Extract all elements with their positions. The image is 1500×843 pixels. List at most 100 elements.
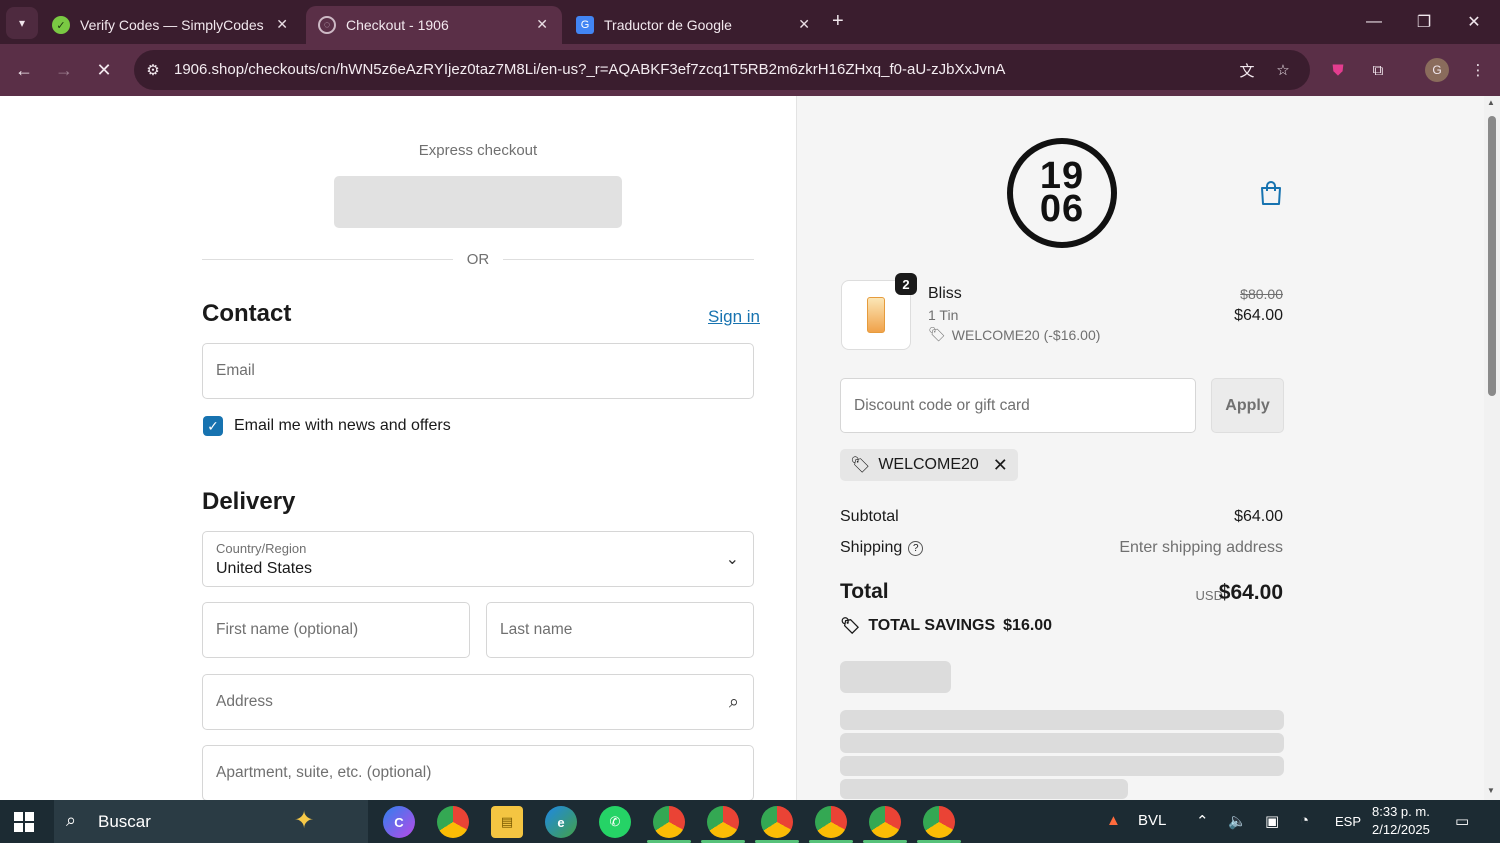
weather-text[interactable]: BVL xyxy=(1138,812,1166,829)
express-checkout-placeholder xyxy=(334,176,622,228)
taskbar-search-box[interactable]: ⌕ Buscar ✦ xyxy=(54,800,368,843)
first-name-field[interactable]: First name (optional) xyxy=(202,602,470,658)
page-scrollbar[interactable]: ▲ ▼ xyxy=(1484,96,1500,800)
applied-code-chip: 🏷 WELCOME20 ✕ xyxy=(840,449,1018,481)
newsletter-checkbox[interactable]: ✓ xyxy=(203,416,223,436)
email-field[interactable]: Email xyxy=(202,343,754,399)
copilot-icon[interactable]: C xyxy=(383,806,415,838)
divider-line xyxy=(503,259,754,260)
original-price: $80.00 xyxy=(1240,286,1283,302)
chrome-icon[interactable] xyxy=(437,806,469,838)
chrome-profile-icon[interactable] xyxy=(815,806,847,838)
discounted-price: $64.00 xyxy=(1234,307,1283,324)
stop-loading-icon[interactable]: ✕ xyxy=(90,56,118,84)
sparkle-icon: ✦ xyxy=(294,807,315,834)
total-savings: 🏷 TOTAL SAVINGS $16.00 xyxy=(840,616,1052,636)
chrome-profile-active-icon[interactable] xyxy=(761,806,793,838)
search-icon: ⌕ xyxy=(66,810,77,830)
tag-icon: 🏷 xyxy=(928,326,946,342)
file-explorer-icon[interactable]: ▤ xyxy=(491,806,523,838)
country-region-select[interactable]: Country/Region United States ⌄ xyxy=(202,531,754,587)
shield-extension-icon[interactable]: ⛊ xyxy=(1326,58,1350,82)
address-bar[interactable]: ⚙ 1906.shop/checkouts/cn/hWN5z6eAzRYIjez… xyxy=(134,50,1310,90)
product-variant: 1 Tin xyxy=(928,307,959,323)
address-placeholder: Address xyxy=(216,693,273,710)
notifications-icon[interactable]: ▭ xyxy=(1455,812,1469,830)
taskbar-search-text: Buscar xyxy=(98,812,151,831)
close-window-icon[interactable]: ✕ xyxy=(1454,8,1494,36)
edge-icon[interactable]: e xyxy=(545,806,577,838)
back-arrow-icon[interactable]: ← xyxy=(10,56,38,84)
delivery-heading: Delivery xyxy=(202,488,296,515)
chrome-profile-icon[interactable] xyxy=(653,806,685,838)
browser-tab-bar: ▾ ✓ Verify Codes — SimplyCodes ✕ ◌ Check… xyxy=(0,0,1500,44)
apply-button[interactable]: Apply xyxy=(1211,378,1284,433)
forward-arrow-icon[interactable]: → xyxy=(50,56,78,84)
tab-checkout[interactable]: ◌ Checkout - 1906 ✕ xyxy=(306,6,562,44)
weather-icon[interactable]: ▲ xyxy=(1106,812,1121,829)
windows-taskbar: ⌕ Buscar ✦ C ▤ e ✆ ▲ BVL ⌃ 🔈 ▣ ◔ ESP 8:3… xyxy=(0,800,1500,843)
profile-avatar[interactable]: G xyxy=(1425,58,1449,82)
product-discount-text: WELCOME20 (-$16.00) xyxy=(951,326,1101,343)
chrome-profile-icon[interactable] xyxy=(923,806,955,838)
tab-simplycodes[interactable]: ✓ Verify Codes — SimplyCodes ✕ xyxy=(40,6,302,44)
whatsapp-icon[interactable]: ✆ xyxy=(599,806,631,838)
checkout-page: Express checkout OR Contact Sign in Emai… xyxy=(0,96,1484,800)
close-tab-icon[interactable]: ✕ xyxy=(536,16,548,33)
taskbar-clock[interactable]: 8:33 p. m. 2/12/2025 xyxy=(1372,803,1430,839)
speaker-icon[interactable]: 🔈 xyxy=(1228,812,1247,830)
browser-toolbar: ← → ✕ ⚙ 1906.shop/checkouts/cn/hWN5z6eAz… xyxy=(0,44,1500,96)
sign-in-link[interactable]: Sign in xyxy=(708,307,760,327)
store-logo[interactable]: 19 06 xyxy=(1007,138,1117,248)
product-discount: 🏷 WELCOME20 (-$16.00) xyxy=(928,326,1100,343)
address-field[interactable]: Address ⌕ xyxy=(202,674,754,730)
chrome-profile-icon[interactable] xyxy=(869,806,901,838)
shipping-value: Enter shipping address xyxy=(1119,539,1283,556)
express-checkout-label: Express checkout xyxy=(418,142,538,159)
last-name-field[interactable]: Last name xyxy=(486,602,754,658)
help-icon[interactable]: ? xyxy=(908,541,924,556)
scroll-up-icon[interactable]: ▲ xyxy=(1487,98,1495,107)
logo-text-bottom: 06 xyxy=(1039,188,1085,230)
new-tab-plus-icon[interactable]: + xyxy=(832,10,844,33)
minimize-icon[interactable]: — xyxy=(1354,8,1394,36)
clock-date: 2/12/2025 xyxy=(1372,822,1430,837)
simplycodes-favicon-icon: ✓ xyxy=(52,16,70,34)
shopping-bag-icon[interactable] xyxy=(1259,180,1283,206)
tab-google-translate[interactable]: G Traductor de Google ✕ xyxy=(564,6,824,44)
scroll-down-icon[interactable]: ▼ xyxy=(1487,786,1495,795)
more-menu-icon[interactable]: ⋮ xyxy=(1466,58,1490,82)
chevron-up-icon[interactable]: ⌃ xyxy=(1196,812,1209,830)
tab-search-button[interactable]: ▾ xyxy=(6,7,38,39)
last-name-placeholder: Last name xyxy=(500,621,573,638)
close-tab-icon[interactable]: ✕ xyxy=(798,16,810,33)
close-tab-icon[interactable]: ✕ xyxy=(276,16,288,33)
discount-code-field[interactable]: Discount code or gift card xyxy=(840,378,1196,433)
extensions-puzzle-icon[interactable]: ⧉ xyxy=(1366,58,1390,82)
wifi-icon[interactable]: ◔ xyxy=(1300,812,1309,829)
total-label: Total xyxy=(840,580,889,603)
bookmark-star-icon[interactable]: ☆ xyxy=(1272,59,1294,81)
site-info-icon[interactable]: ⚙ xyxy=(142,59,164,81)
total-savings-label: TOTAL SAVINGS xyxy=(868,617,996,634)
chrome-profile-icon[interactable] xyxy=(707,806,739,838)
search-icon: ⌕ xyxy=(728,691,739,712)
loading-skeleton xyxy=(840,733,1284,753)
translate-icon[interactable]: 文 xyxy=(1236,59,1258,81)
product-name: Bliss xyxy=(928,285,962,302)
restore-icon[interactable]: ❐ xyxy=(1404,8,1444,36)
loading-skeleton xyxy=(840,756,1284,776)
scrollbar-thumb[interactable] xyxy=(1488,116,1496,396)
or-divider-text: OR xyxy=(466,251,490,268)
remove-code-icon[interactable]: ✕ xyxy=(993,455,1008,476)
google-translate-favicon-icon: G xyxy=(576,16,594,34)
apartment-field[interactable]: Apartment, suite, etc. (optional) xyxy=(202,745,754,800)
country-region-value: United States xyxy=(216,560,313,577)
divider-line xyxy=(202,259,453,260)
url-text[interactable]: 1906.shop/checkouts/cn/hWN5z6eAzRYIjez0t… xyxy=(174,61,1005,78)
meet-icon[interactable]: ▣ xyxy=(1265,812,1279,830)
windows-start-icon[interactable] xyxy=(14,812,36,832)
language-indicator[interactable]: ESP xyxy=(1335,814,1361,829)
chevron-down-icon: ⌄ xyxy=(725,551,739,568)
first-name-placeholder: First name (optional) xyxy=(216,621,359,638)
